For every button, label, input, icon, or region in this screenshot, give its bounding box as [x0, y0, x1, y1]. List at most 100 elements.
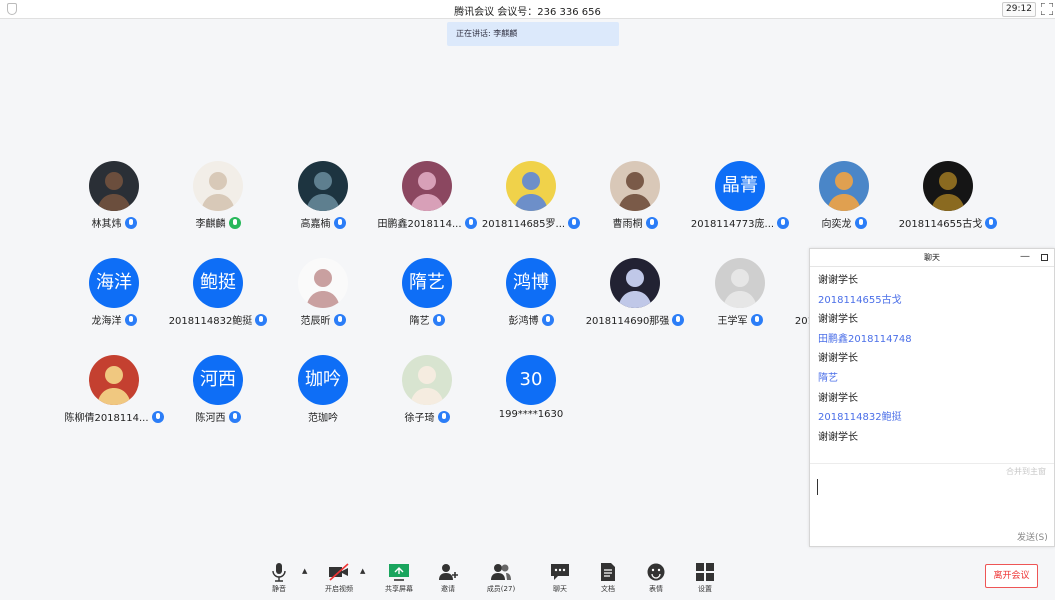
bottom-toolbar: 静音 ▲ 开启视频 ▲ 共享屏幕 邀请 成员(27) 聊天 文档 表情 设置	[0, 555, 1055, 600]
avatar: 晶菁	[715, 161, 765, 211]
participant-name: 李麒麟	[158, 215, 278, 230]
participant-name: 199****1630	[498, 409, 564, 420]
participant-tile[interactable]: 曹雨桐	[575, 161, 695, 241]
add-user-icon	[439, 564, 458, 580]
audio-options-caret-icon[interactable]: ▲	[302, 567, 307, 575]
documents-button[interactable]: 文档	[588, 562, 628, 594]
microphone-icon	[985, 217, 998, 229]
maximize-icon[interactable]	[1041, 254, 1048, 261]
participant-name: 隋艺	[367, 312, 487, 327]
speaking-mic-icon	[228, 217, 241, 229]
participant-name: 陈柳倩2018114...	[54, 409, 174, 424]
microphone-icon	[432, 314, 445, 326]
avatar	[610, 161, 660, 211]
avatar	[923, 161, 973, 211]
chat-message: 谢谢学长	[818, 314, 858, 326]
share-screen-label: 共享屏幕	[385, 585, 413, 593]
avatar: 海洋	[89, 258, 139, 308]
chat-sender-name: 2018114832鲍挺	[818, 412, 902, 424]
participant-tile[interactable]: 王学军	[680, 258, 800, 338]
chat-message: 谢谢学长	[818, 431, 858, 443]
participant-name: 2018114773庞...	[680, 215, 800, 230]
chat-button[interactable]: 聊天	[540, 562, 580, 594]
participant-name: 向奕龙	[784, 215, 904, 230]
participant-tile[interactable]: 2018114685罗...	[471, 161, 591, 241]
participant-tile[interactable]: 林其炜	[54, 161, 174, 241]
meeting-timer: 29:12	[1002, 2, 1036, 17]
participant-tile[interactable]: 高嘉楠	[263, 161, 383, 241]
avatar	[402, 161, 452, 211]
microphone-icon	[124, 314, 137, 326]
chat-divider	[810, 463, 1054, 464]
participant-name: 彭鸿博	[471, 312, 591, 327]
participant-tile[interactable]: 范辰昕	[263, 258, 383, 338]
participant-tile[interactable]: 田鹏鑫2018114...	[367, 161, 487, 241]
avatar	[89, 355, 139, 405]
microphone-icon	[645, 217, 658, 229]
avatar	[715, 258, 765, 308]
chat-bubble-icon	[551, 564, 569, 580]
participant-tile[interactable]: 陈柳倩2018114...	[54, 355, 174, 435]
avatar: 鸿博	[506, 258, 556, 308]
mute-label: 静音	[272, 585, 286, 593]
participant-tile[interactable]: 2018114655古戈	[888, 161, 1008, 241]
settings-label: 设置	[698, 585, 712, 593]
members-icon	[491, 564, 511, 580]
mute-button[interactable]: 静音	[259, 562, 299, 594]
documents-label: 文档	[601, 585, 615, 593]
send-button[interactable]: 发送(S)	[1017, 530, 1048, 543]
participant-name: 王学军	[680, 312, 800, 327]
video-options-caret-icon[interactable]: ▲	[360, 567, 365, 575]
participant-tile[interactable]: 海洋 龙海洋	[54, 258, 174, 338]
avatar	[298, 258, 348, 308]
start-video-label: 开启视频	[325, 585, 353, 593]
share-screen-button[interactable]: 共享屏幕	[379, 562, 419, 594]
chat-label: 聊天	[553, 585, 567, 593]
members-button[interactable]: 成员(27)	[481, 562, 521, 594]
leave-meeting-button[interactable]: 离开会议	[985, 564, 1038, 588]
participant-name: 高嘉楠	[263, 215, 383, 230]
avatar	[610, 258, 660, 308]
settings-button[interactable]: 设置	[685, 562, 725, 594]
participant-tile[interactable]: 徐子琦	[367, 355, 487, 435]
members-label: 成员(27)	[486, 585, 516, 593]
merge-to-main-button[interactable]: 合并到主窗	[1006, 466, 1046, 477]
avatar	[819, 161, 869, 211]
minimize-icon[interactable]: —	[1020, 248, 1030, 266]
participant-tile[interactable]: 隋艺 隋艺	[367, 258, 487, 338]
participant-name: 2018114655古戈	[888, 215, 1008, 230]
participant-tile[interactable]: 河西 陈河西	[158, 355, 278, 435]
emoji-label: 表情	[649, 585, 663, 593]
document-icon	[601, 563, 615, 581]
participant-tile[interactable]: 晶菁 2018114773庞...	[680, 161, 800, 241]
participant-tile[interactable]: 珈吟 范珈吟	[263, 355, 383, 435]
microphone-icon	[854, 217, 867, 229]
chat-sender-name: 隋艺	[818, 372, 838, 384]
avatar	[506, 161, 556, 211]
microphone-icon	[437, 411, 450, 423]
video-off-icon	[329, 563, 349, 581]
invite-button[interactable]: 邀请	[428, 562, 468, 594]
avatar: 河西	[193, 355, 243, 405]
participant-name: 龙海洋	[54, 312, 174, 327]
microphone-icon	[228, 411, 241, 423]
microphone-icon	[750, 314, 763, 326]
participant-tile[interactable]: 鸿博 彭鸿博	[471, 258, 591, 338]
fullscreen-icon[interactable]	[1041, 3, 1053, 15]
microphone-icon	[333, 314, 346, 326]
emoji-button[interactable]: 表情	[636, 562, 676, 594]
chat-input-cursor[interactable]	[817, 479, 818, 495]
participant-name: 2018114832鲍挺	[158, 312, 278, 327]
participant-name: 2018114685罗...	[471, 215, 591, 230]
microphone-icon	[272, 563, 286, 582]
participant-tile[interactable]: 30 199****1630	[471, 355, 591, 435]
participant-tile[interactable]: 鲍挺 2018114832鲍挺	[158, 258, 278, 338]
participant-tile[interactable]: 李麒麟	[158, 161, 278, 241]
avatar: 鲍挺	[193, 258, 243, 308]
participant-tile[interactable]: 2018114690那强	[575, 258, 695, 338]
start-video-button[interactable]: 开启视频	[319, 562, 359, 594]
emoji-face-icon	[647, 563, 665, 581]
avatar	[298, 161, 348, 211]
avatar: 30	[506, 355, 556, 405]
participant-tile[interactable]: 向奕龙	[784, 161, 904, 241]
